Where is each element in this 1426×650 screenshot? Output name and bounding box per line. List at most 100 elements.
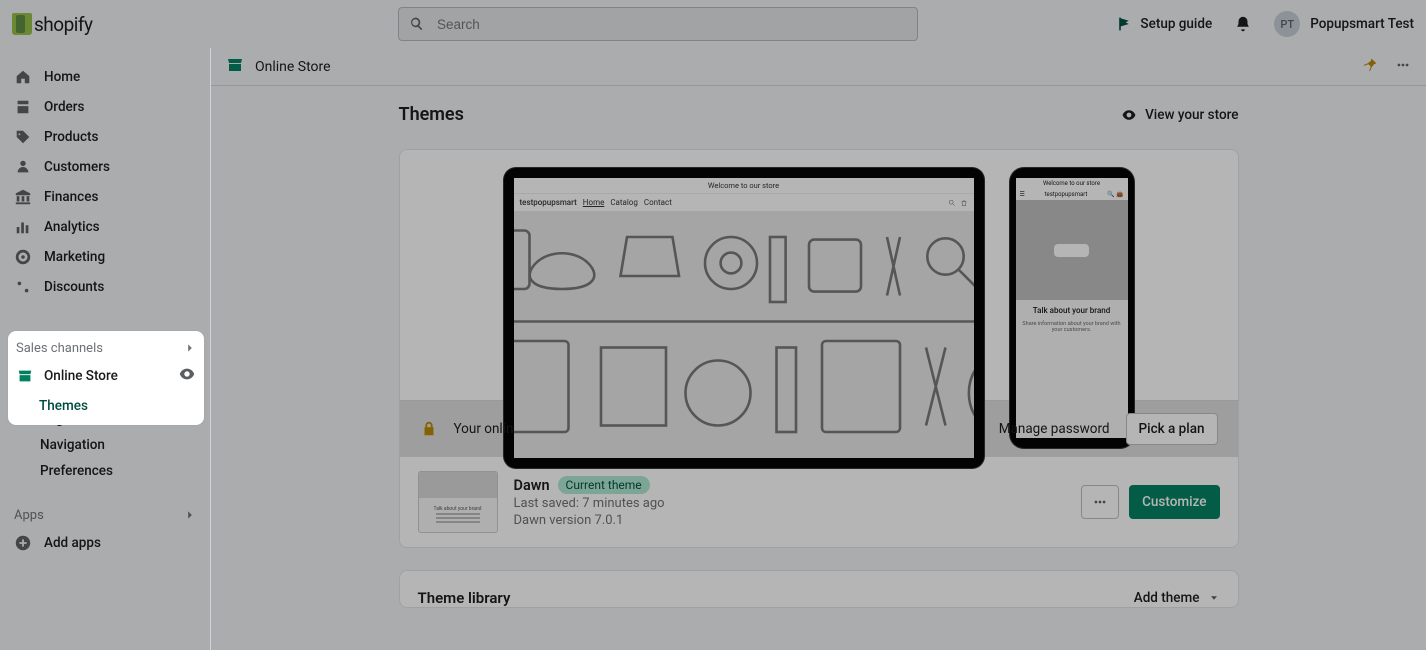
content-header: Online Store (211, 48, 1426, 86)
manage-password-link[interactable]: Manage password (999, 421, 1110, 437)
flag-icon (1116, 16, 1132, 32)
sub-preferences[interactable]: Preferences (0, 458, 210, 484)
nav-marketing-label: Marketing (44, 249, 105, 265)
add-apps-label: Add apps (44, 535, 101, 551)
nav-home[interactable]: Home (0, 62, 210, 92)
chevron-right-icon (184, 509, 196, 521)
nav-discounts-label: Discounts (44, 279, 104, 295)
add-theme-label: Add theme (1134, 590, 1200, 606)
nav-analytics[interactable]: Analytics (0, 212, 210, 242)
theme-last-saved: Last saved: 7 minutes ago (514, 496, 665, 511)
nav-orders-label: Orders (44, 99, 85, 115)
store-icon (16, 367, 34, 385)
theme-more-button[interactable] (1081, 485, 1119, 519)
theme-version: Dawn version 7.0.1 (514, 513, 665, 528)
bell-icon (1234, 15, 1252, 33)
preview-hero (514, 211, 974, 458)
preview-announce: Welcome to our store (514, 178, 974, 194)
avatar: PT (1274, 11, 1300, 37)
customize-button[interactable]: Customize (1129, 485, 1219, 519)
nav-analytics-label: Analytics (44, 219, 100, 235)
apps-header-label: Apps (14, 508, 44, 523)
orders-icon (14, 98, 32, 116)
tag-icon (14, 128, 32, 146)
theme-library-card: Theme library Add theme (399, 570, 1239, 608)
account-menu[interactable]: PT Popupsmart Test (1274, 11, 1414, 37)
preview-link-catalog: Catalog (610, 198, 638, 207)
home-icon (14, 68, 32, 86)
nav-products[interactable]: Products (0, 122, 210, 152)
person-icon (14, 158, 32, 176)
sidebar-highlight: Sales channels Online Store Themes (8, 331, 204, 425)
nav-products-label: Products (44, 129, 98, 145)
page-title-row: Themes View your store (399, 104, 1239, 125)
search-icon (409, 16, 425, 32)
pin-icon (1362, 57, 1378, 73)
shopify-logo[interactable]: shopify (12, 13, 93, 36)
current-theme-card: Welcome to our store testpopupsmart Home… (399, 149, 1239, 548)
lock-icon (420, 420, 438, 438)
nav-finances-label: Finances (44, 189, 98, 205)
pin-button[interactable] (1362, 57, 1378, 77)
view-store-eye-button[interactable] (178, 365, 196, 387)
chevron-down-icon (1208, 592, 1220, 604)
eye-icon (178, 365, 196, 383)
target-icon (14, 248, 32, 266)
bank-icon (14, 188, 32, 206)
add-theme-button[interactable]: Add theme (1134, 590, 1220, 606)
main: Online Store Themes View your store (211, 48, 1426, 650)
nav-customers[interactable]: Customers (0, 152, 210, 182)
preview-phone-headline: Talk about your brand (1016, 300, 1128, 321)
phone-frame: Welcome to our store ☰ testpopupsmart 🔍 … (1010, 168, 1134, 448)
sub-themes[interactable]: Themes (8, 393, 204, 419)
more-button[interactable] (1394, 56, 1412, 78)
preview-phone-cta: Shop all (1054, 244, 1090, 257)
preview-phone-brand: testpopupsmart (1045, 191, 1088, 198)
percent-icon (14, 278, 32, 296)
sales-channels-label: Sales channels (16, 341, 103, 356)
eye-icon (1121, 107, 1137, 123)
chart-icon (14, 218, 32, 236)
nav-discounts[interactable]: Discounts (0, 272, 210, 302)
nav-home-label: Home (44, 69, 80, 85)
sales-channels-header[interactable]: Sales channels (8, 337, 204, 359)
theme-name: Dawn (514, 477, 550, 494)
nav-online-store-label: Online Store (44, 368, 118, 384)
nav-customers-label: Customers (44, 159, 110, 175)
laptop-frame: Welcome to our store testpopupsmart Home… (504, 168, 984, 468)
library-title: Theme library (418, 589, 511, 607)
topbar: shopify Setup guide PT Popupsmart Test (0, 0, 1426, 48)
theme-thumb: Talk about your brand (418, 471, 498, 533)
view-store-label: View your store (1145, 107, 1238, 123)
preview-link-contact: Contact (644, 198, 672, 207)
search-field[interactable] (398, 7, 918, 41)
sidebar: Home Orders Products Customers Finances … (0, 48, 211, 650)
setup-guide-label: Setup guide (1140, 16, 1212, 32)
preview-brand: testpopupsmart (520, 198, 577, 207)
add-apps[interactable]: Add apps (0, 528, 210, 558)
chevron-right-icon (184, 342, 196, 354)
shopify-wordmark: shopify (34, 13, 93, 36)
bag-icon (960, 199, 968, 207)
search-input[interactable] (435, 16, 907, 33)
setup-guide-link[interactable]: Setup guide (1116, 16, 1212, 32)
nav-online-store[interactable]: Online Store (8, 359, 204, 393)
sub-navigation[interactable]: Navigation (0, 432, 210, 458)
notifications-button[interactable] (1234, 15, 1252, 33)
theme-preview: Welcome to our store testpopupsmart Home… (400, 150, 1238, 400)
preview-phone-announce: Welcome to our store (1016, 178, 1128, 189)
nav-orders[interactable]: Orders (0, 92, 210, 122)
preview-phone-hero: Shop all (1016, 200, 1128, 300)
preview-link-home: Home (583, 198, 605, 207)
pick-plan-button[interactable]: Pick a plan (1126, 413, 1218, 445)
shopify-bag-icon (12, 13, 32, 35)
nav-marketing[interactable]: Marketing (0, 242, 210, 272)
view-store-link[interactable]: View your store (1121, 107, 1238, 123)
current-theme-badge: Current theme (558, 476, 650, 494)
store-icon (225, 55, 245, 79)
account-name: Popupsmart Test (1310, 16, 1414, 32)
nav-finances[interactable]: Finances (0, 182, 210, 212)
apps-header[interactable]: Apps (0, 502, 210, 528)
theme-row: Talk about your brand Dawn Current theme… (400, 457, 1238, 547)
dots-icon (1394, 56, 1412, 74)
